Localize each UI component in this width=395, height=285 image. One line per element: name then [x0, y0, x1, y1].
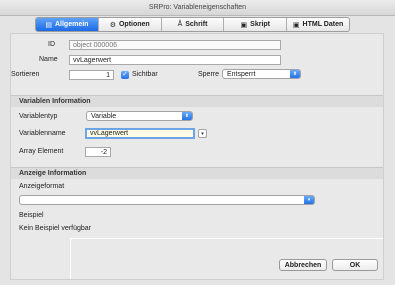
id-field: object 000006 — [69, 40, 281, 50]
name-field[interactable]: vvLagerwert — [69, 55, 281, 65]
updown-arrows-icon: ⬍ — [182, 112, 192, 120]
example-label: Beispiel — [19, 212, 44, 219]
tab-label: Allgemein — [54, 21, 89, 28]
section-title: Anzeige Information — [19, 170, 87, 177]
tab-label: HTML Daten — [302, 21, 344, 28]
tab-bar: ▤ Allgemein ⚙ Optionen Å Schrift ▣ Skrip… — [35, 17, 350, 32]
array-field[interactable]: -2 — [85, 147, 111, 157]
array-label: Array Element — [19, 148, 64, 155]
tab-optionen[interactable]: ⚙ Optionen — [99, 18, 162, 31]
tab-skript[interactable]: ▣ Skript — [224, 18, 288, 31]
lock-label: Sperre — [198, 71, 220, 78]
tab-allgemein[interactable]: ▤ Allgemein — [36, 18, 99, 31]
window-titlebar: SRPro: Variableneigenschaften — [0, 0, 395, 16]
chevron-down-icon: ▾ — [304, 196, 314, 204]
window-title: SRPro: Variableneigenschaften — [148, 4, 247, 11]
type-value: Variable — [91, 113, 117, 120]
lock-select[interactable]: Entsperrt ⬍ — [222, 69, 301, 79]
visible-label: Sichtbar — [132, 71, 158, 78]
tab-schrift[interactable]: Å Schrift — [162, 18, 225, 31]
tab-label: Skript — [250, 21, 271, 28]
format-select[interactable]: ▾ — [19, 195, 315, 205]
varname-field[interactable]: vvLagerwert — [85, 128, 195, 139]
checkmark-icon: ✓ — [122, 71, 128, 78]
section-title: Variablen Information — [19, 98, 91, 105]
script-icon: ▣ — [240, 21, 248, 29]
font-icon: Å — [177, 21, 183, 28]
sort-label: Sortieren — [11, 71, 40, 78]
display-info-heading: Anzeige Information — [11, 167, 383, 179]
tab-label: Optionen — [118, 21, 150, 28]
html-icon: ▣ — [292, 21, 300, 29]
format-label: Anzeigeformat — [19, 183, 65, 190]
ok-button[interactable]: OK — [332, 259, 378, 271]
type-label: Variablentyp — [19, 113, 58, 120]
lock-value: Entsperrt — [227, 71, 256, 78]
variable-info-heading: Variablen Information — [11, 95, 383, 107]
tab-html-daten[interactable]: ▣ HTML Daten — [287, 18, 349, 31]
name-label: Name — [39, 56, 58, 63]
id-label: ID — [48, 41, 55, 48]
example-value: Kein Beispiel verfügbar — [19, 225, 91, 232]
varname-dropdown-button[interactable]: ▾ — [198, 129, 207, 138]
gears-icon: ⚙ — [109, 21, 116, 29]
cancel-button[interactable]: Abbrechen — [279, 259, 327, 271]
tab-label: Schrift — [185, 21, 208, 28]
type-select[interactable]: Variable ⬍ — [86, 111, 193, 121]
varname-label: Variablenname — [19, 130, 66, 137]
visible-checkbox[interactable]: ✓ — [121, 71, 129, 79]
updown-arrows-icon: ⬍ — [290, 70, 300, 78]
chevron-down-icon: ▾ — [201, 131, 204, 137]
form-icon: ▤ — [45, 21, 52, 29]
sort-field[interactable]: 1 — [69, 70, 114, 80]
